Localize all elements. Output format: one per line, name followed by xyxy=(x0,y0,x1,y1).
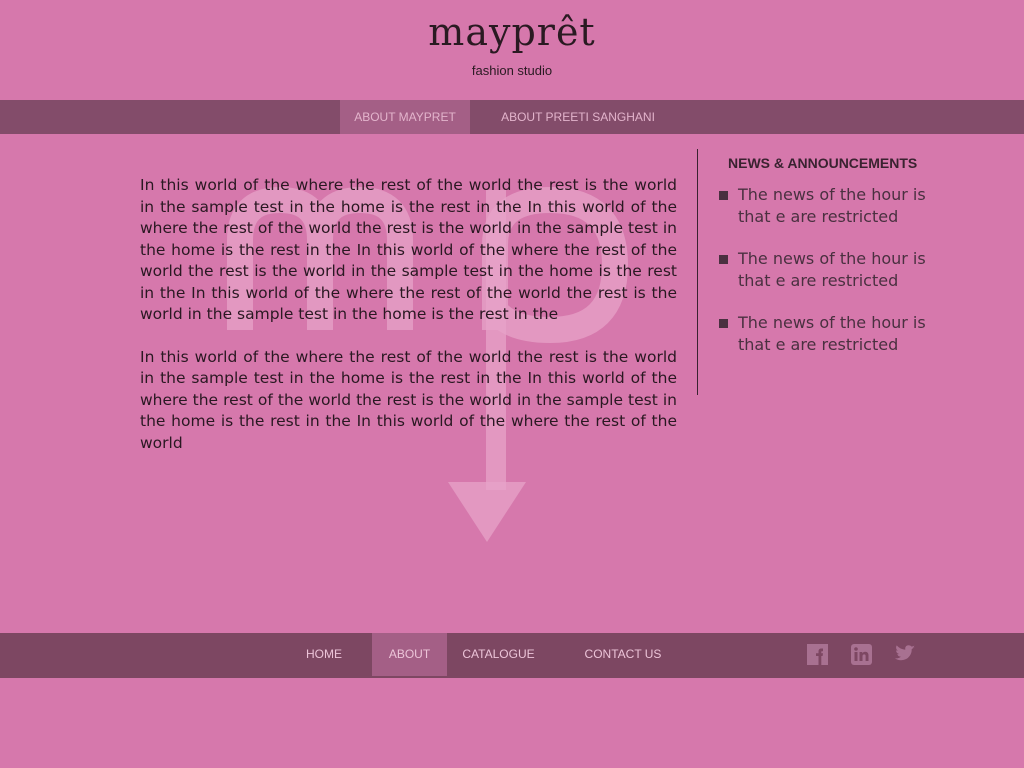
news-list: The news of the hour is that e are restr… xyxy=(719,184,929,376)
footer-nav-home[interactable]: HOME xyxy=(296,633,352,676)
footer-nav-catalogue[interactable]: CATALOGUE xyxy=(456,633,541,676)
linkedin-icon[interactable] xyxy=(851,644,872,665)
content-paragraph-2: In this world of the where the rest of t… xyxy=(140,347,677,452)
footer-nav-contact-us[interactable]: CONTACT US xyxy=(578,633,668,676)
main-content: In this world of the where the rest of t… xyxy=(140,175,677,475)
content-paragraph-1: In this world of the where the rest of t… xyxy=(140,176,677,323)
facebook-icon[interactable] xyxy=(807,644,828,665)
column-divider xyxy=(697,149,698,395)
brand-tagline: fashion studio xyxy=(471,63,553,78)
news-heading: NEWS & ANNOUNCEMENTS xyxy=(728,155,918,171)
news-item-text: The news of the hour is that e are restr… xyxy=(738,313,926,354)
bullet-icon xyxy=(719,255,728,264)
news-item-text: The news of the hour is that e are restr… xyxy=(738,249,926,290)
news-item[interactable]: The news of the hour is that e are restr… xyxy=(719,312,929,355)
tab-about-preeti-sanghani[interactable]: ABOUT PREETI SANGHANI xyxy=(494,100,662,134)
bullet-icon xyxy=(719,191,728,200)
bullet-icon xyxy=(719,319,728,328)
tab-about-maypret[interactable]: ABOUT MAYPRET xyxy=(340,100,470,134)
news-item[interactable]: The news of the hour is that e are restr… xyxy=(719,184,929,227)
twitter-icon[interactable] xyxy=(892,644,916,664)
news-item[interactable]: The news of the hour is that e are restr… xyxy=(719,248,929,291)
footer-nav-about[interactable]: ABOUT xyxy=(372,633,447,676)
sub-navigation: ABOUT MAYPRET ABOUT PREETI SANGHANI xyxy=(0,100,1024,134)
news-item-text: The news of the hour is that e are restr… xyxy=(738,185,926,226)
footer-bar: HOME ABOUT CATALOGUE CONTACT US xyxy=(0,633,1024,678)
brand-logo[interactable]: mayprêt xyxy=(0,10,1024,54)
